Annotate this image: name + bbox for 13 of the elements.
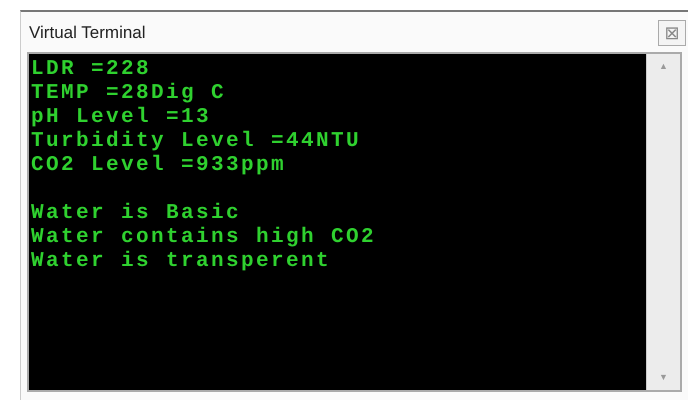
terminal-line: LDR =228	[31, 58, 152, 82]
scroll-down-button[interactable]: ▼	[655, 370, 672, 384]
terminal-line: Water is transperent	[31, 250, 332, 274]
terminal-line: Water is Basic	[31, 202, 242, 226]
scrollbar[interactable]: ▲ ▼	[646, 54, 680, 390]
scroll-up-button[interactable]: ▲	[655, 60, 672, 74]
terminal-line: Turbidity Level =44NTU	[31, 130, 362, 154]
terminal-line: Water contains high CO2	[31, 226, 378, 250]
window-title: Virtual Terminal	[29, 22, 146, 44]
close-button[interactable]: ⊠	[658, 20, 686, 46]
terminal-line: pH Level =13	[31, 106, 212, 130]
terminal-line: TEMP =28Dig C	[31, 82, 228, 106]
terminal-line: CO2 Level =933ppm	[31, 154, 288, 178]
